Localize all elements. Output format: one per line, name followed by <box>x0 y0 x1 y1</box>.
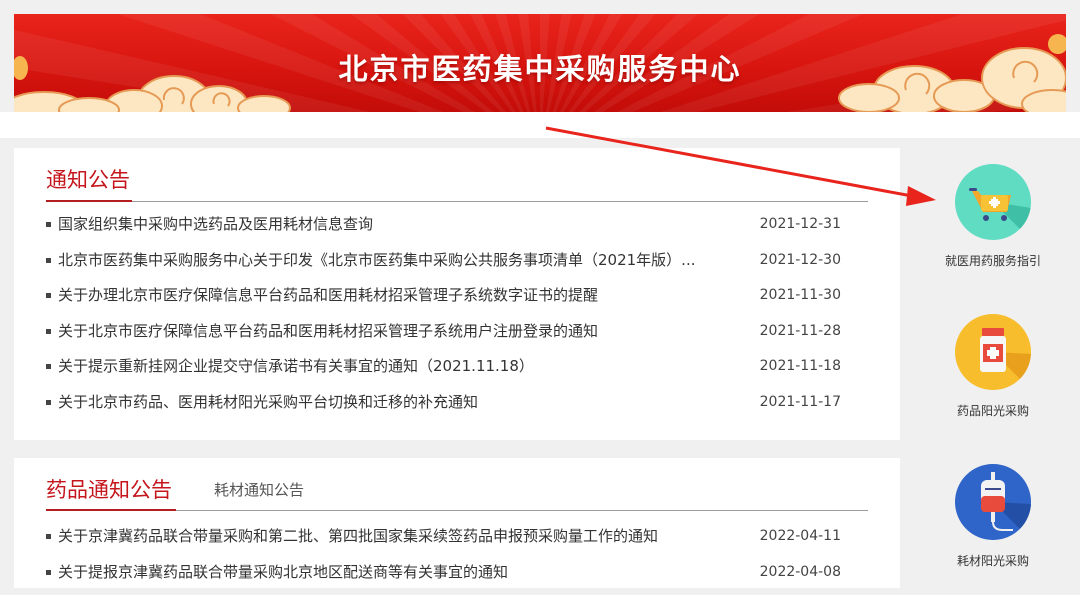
notice-title[interactable]: 关于提报京津冀药品联合带量采购北京地区配送商等有关事宜的通知 <box>58 560 738 584</box>
service-consumable-procurement[interactable]: 耗材阳光采购 <box>918 464 1068 569</box>
bullet-icon <box>46 257 51 263</box>
list-item[interactable]: 关于提示重新挂网企业提交守信承诺书有关事宜的通知（2021.11.18） 202… <box>46 354 868 390</box>
list-item[interactable]: 北京市医药集中采购服务中心关于印发《北京市医药集中采购公共服务事项清单（2021… <box>46 248 868 284</box>
notice-title[interactable]: 关于京津冀药品联合带量采购和第二批、第四批国家集采续签药品申报预采购量工作的通知 <box>58 524 738 548</box>
service-label[interactable]: 药品阳光采购 <box>918 402 1068 419</box>
notice-date: 2021-12-30 <box>759 251 841 268</box>
notice-title[interactable]: 关于提示重新挂网企业提交守信承诺书有关事宜的通知（2021.11.18） <box>58 354 738 378</box>
bullet-icon <box>46 222 51 227</box>
drug-notice-panel: 药品通知公告 耗材通知公告 关于京津冀药品联合带量采购和第二批、第四批国家集采续… <box>14 458 900 588</box>
list-item[interactable]: 关于北京市医疗保障信息平台药品和医用耗材招采管理子系统用户注册登录的通知 202… <box>46 319 868 355</box>
notice-panel: 通知公告 国家组织集中采购中选药品及医用耗材信息查询 2021-12-31 北京… <box>14 148 900 440</box>
title-underline <box>46 200 132 202</box>
notice-date: 2021-12-31 <box>759 216 841 232</box>
bullet-icon <box>46 534 51 539</box>
notice-date: 2021-11-28 <box>759 322 841 339</box>
notice-title[interactable]: 关于北京市药品、医用耗材阳光采购平台切换和迁移的补充通知 <box>58 390 738 414</box>
notice-title[interactable]: 关于办理北京市医疗保障信息平台药品和医用耗材招采管理子系统数字证书的提醒 <box>58 283 738 307</box>
notice-title[interactable]: 国家组织集中采购中选药品及医用耗材信息查询 <box>58 212 738 236</box>
notice-date: 2022-04-08 <box>759 563 841 580</box>
medicine-bottle-icon[interactable] <box>955 314 1031 390</box>
notice-date: 2021-11-30 <box>759 287 841 304</box>
service-label[interactable]: 就医用药服务指引 <box>918 252 1068 269</box>
bullet-icon <box>46 364 51 370</box>
header-banner: 北京市医药集中采购服务中心 <box>14 14 1066 112</box>
bullet-icon <box>46 569 51 575</box>
bullet-icon <box>46 328 51 334</box>
notice-title[interactable]: 北京市医药集中采购服务中心关于印发《北京市医药集中采购公共服务事项清单（2021… <box>58 248 738 272</box>
service-drug-procurement[interactable]: 药品阳光采购 <box>918 314 1068 419</box>
shopping-cart-icon[interactable] <box>955 164 1031 240</box>
list-item[interactable]: 关于办理北京市医疗保障信息平台药品和医用耗材招采管理子系统数字证书的提醒 202… <box>46 283 868 319</box>
list-item[interactable]: 国家组织集中采购中选药品及医用耗材信息查询 2021-12-31 <box>46 212 868 248</box>
site-title: 北京市医药集中采购服务中心 <box>338 52 742 86</box>
bullet-icon <box>46 399 51 405</box>
notice-title[interactable]: 关于北京市医疗保障信息平台药品和医用耗材招采管理子系统用户注册登录的通知 <box>58 319 738 343</box>
notice-panel-title[interactable]: 通知公告 <box>46 170 130 191</box>
notice-list: 国家组织集中采购中选药品及医用耗材信息查询 2021-12-31 北京市医药集中… <box>46 212 868 426</box>
divider <box>46 201 868 202</box>
list-item[interactable]: 关于提报京津冀药品联合带量采购北京地区配送商等有关事宜的通知 2022-04-0… <box>46 560 868 595</box>
list-item[interactable]: 关于北京市药品、医用耗材阳光采购平台切换和迁移的补充通知 2021-11-17 <box>46 390 868 426</box>
drug-notice-list: 关于京津冀药品联合带量采购和第二批、第四批国家集采续签药品申报预采购量工作的通知… <box>46 524 868 595</box>
notice-date: 2021-11-17 <box>759 393 841 410</box>
service-medical-guide[interactable]: 就医用药服务指引 <box>918 164 1068 269</box>
notice-date: 2022-04-11 <box>759 528 841 544</box>
iv-bag-icon[interactable] <box>955 464 1031 540</box>
title-underline <box>46 509 176 511</box>
tab-drug-notices[interactable]: 药品通知公告 <box>46 480 172 501</box>
notice-date: 2021-11-18 <box>759 358 841 375</box>
service-label[interactable]: 耗材阳光采购 <box>918 552 1068 569</box>
list-item[interactable]: 关于京津冀药品联合带量采购和第二批、第四批国家集采续签药品申报预采购量工作的通知… <box>46 524 868 560</box>
bullet-icon <box>46 293 51 299</box>
banner-spacer <box>0 112 1080 138</box>
tab-consumable-notices[interactable]: 耗材通知公告 <box>214 483 304 498</box>
